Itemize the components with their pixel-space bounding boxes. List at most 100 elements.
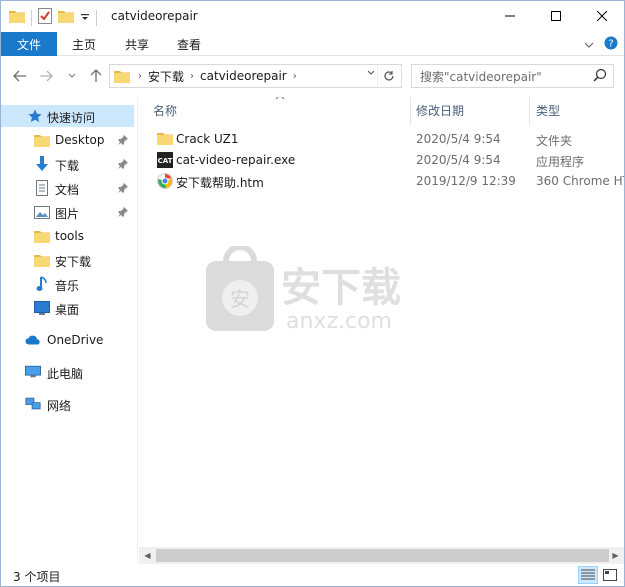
forward-button[interactable] (37, 67, 55, 85)
nav-label: 桌面 (55, 303, 80, 317)
quick-access-toolbar (9, 8, 97, 27)
new-folder-icon[interactable] (58, 9, 74, 26)
nav-item-this-pc[interactable]: 此电脑 (1, 361, 134, 383)
nav-item-desktop[interactable]: Desktop (1, 129, 134, 151)
minimize-button[interactable] (487, 1, 533, 31)
toolbar-divider (31, 9, 32, 26)
maximize-button[interactable] (533, 1, 579, 31)
nav-label: 下载 (55, 159, 80, 173)
scrollbar-thumb[interactable] (156, 549, 609, 562)
sort-indicator-icon (275, 97, 285, 103)
column-header-type[interactable]: 类型 (536, 97, 560, 123)
folder-icon (157, 131, 173, 147)
nav-item-onedrive[interactable]: OneDrive (1, 329, 134, 351)
status-bar: 3 个项目 (1, 564, 624, 586)
desktop-icon (34, 300, 50, 316)
star-icon (27, 108, 43, 124)
nav-label: 网络 (47, 399, 72, 413)
search-input[interactable]: 搜索"catvideorepair" (411, 64, 614, 88)
nav-quick-access[interactable]: 快速访问 (1, 105, 134, 127)
tab-file[interactable]: 文件 (1, 32, 57, 56)
column-divider[interactable] (410, 97, 411, 125)
tab-view[interactable]: 查看 (166, 32, 212, 56)
close-button[interactable] (579, 1, 625, 31)
pin-icon[interactable] (118, 134, 128, 148)
properties-icon[interactable] (38, 8, 52, 27)
computer-icon (25, 364, 41, 380)
nav-label: 图片 (55, 207, 80, 221)
svg-text:?: ? (608, 39, 613, 50)
column-header-date[interactable]: 修改日期 (416, 97, 464, 123)
folder-icon (9, 9, 25, 26)
file-row[interactable]: CAT cat-video-repair.exe 2020/5/4 9:54 应… (153, 150, 624, 171)
tab-share[interactable]: 共享 (114, 32, 160, 56)
expand-ribbon-icon[interactable] (584, 38, 594, 52)
pin-icon[interactable] (118, 206, 128, 220)
title-bar: catvideorepair (1, 1, 624, 32)
refresh-button[interactable] (377, 65, 399, 87)
recent-locations-button[interactable] (63, 67, 81, 85)
file-name: 安下载帮助.htm (176, 176, 264, 190)
column-divider[interactable] (529, 97, 530, 125)
nav-item-tools[interactable]: tools (1, 225, 134, 247)
nav-item-desktop-cn[interactable]: 桌面 (1, 297, 134, 319)
file-type: 文件夹 (536, 134, 573, 148)
nav-label: 安下载 (55, 255, 92, 269)
help-icon[interactable]: ? (604, 36, 618, 53)
browser-icon (157, 173, 173, 189)
breadcrumb-item[interactable]: 安下载 (148, 68, 184, 85)
horizontal-scrollbar[interactable]: ◀ ▶ (139, 547, 624, 564)
app-icon: CAT (157, 152, 173, 168)
address-dropdown-icon[interactable] (367, 69, 375, 79)
nav-item-pictures[interactable]: 图片 (1, 201, 134, 223)
cloud-icon (25, 332, 41, 348)
navigation-pane: 快速访问 Desktop 下载 文档 图片 tools 安下载 音乐 桌面 On… (1, 97, 138, 563)
folder-icon (34, 132, 50, 148)
music-icon (34, 276, 50, 292)
customize-toolbar-icon[interactable] (80, 11, 90, 25)
nav-label: 快速访问 (47, 111, 96, 125)
breadcrumb-separator[interactable]: › (293, 71, 297, 82)
watermark-domain: anxz.com (286, 309, 392, 334)
breadcrumb-separator[interactable]: › (190, 71, 194, 82)
pin-icon[interactable] (118, 158, 128, 172)
watermark-text: 安下载 (281, 265, 401, 311)
nav-item-documents[interactable]: 文档 (1, 177, 134, 199)
explorer-window: catvideorepair 文件 主页 共享 查看 ? › 安下载 › cat… (0, 0, 625, 587)
svg-text:CAT: CAT (158, 157, 173, 165)
breadcrumb-item[interactable]: catvideorepair (200, 69, 287, 83)
up-button[interactable] (87, 67, 105, 85)
back-button[interactable] (11, 67, 29, 85)
nav-item-anxiazai[interactable]: 安下载 (1, 249, 134, 271)
nav-label: OneDrive (47, 333, 104, 347)
file-name: cat-video-repair.exe (176, 153, 296, 167)
ribbon-controls: ? (584, 36, 618, 53)
svg-text:安: 安 (230, 287, 250, 311)
window-title: catvideorepair (111, 9, 198, 23)
file-row[interactable]: 安下载帮助.htm 2019/12/9 12:39 360 Chrome HT (153, 171, 624, 192)
details-view-button[interactable] (578, 566, 598, 584)
file-row[interactable]: Crack UZ1 2020/5/4 9:54 文件夹 (153, 129, 624, 150)
breadcrumb-separator[interactable]: › (138, 71, 142, 82)
pin-icon[interactable] (118, 182, 128, 196)
file-date: 2020/5/4 9:54 (416, 153, 501, 167)
nav-item-downloads[interactable]: 下载 (1, 153, 134, 175)
search-placeholder: 搜索"catvideorepair" (420, 69, 542, 84)
scroll-right-icon[interactable]: ▶ (607, 547, 624, 564)
download-icon (34, 156, 50, 172)
large-icons-view-button[interactable] (600, 566, 620, 584)
tab-home[interactable]: 主页 (61, 32, 107, 56)
nav-item-network[interactable]: 网络 (1, 393, 134, 415)
nav-label: Desktop (55, 133, 105, 147)
nav-item-music[interactable]: 音乐 (1, 273, 134, 295)
nav-label: tools (55, 229, 84, 243)
file-date: 2019/12/9 12:39 (416, 174, 516, 188)
toolbar-divider (96, 9, 97, 26)
column-header-name[interactable]: 名称 (153, 97, 177, 123)
scroll-left-icon[interactable]: ◀ (139, 547, 156, 564)
file-date: 2020/5/4 9:54 (416, 132, 501, 146)
nav-label: 音乐 (55, 279, 80, 293)
document-icon (34, 180, 50, 196)
search-icon[interactable] (593, 68, 607, 85)
address-bar[interactable]: › 安下载 › catvideorepair › (109, 64, 402, 88)
